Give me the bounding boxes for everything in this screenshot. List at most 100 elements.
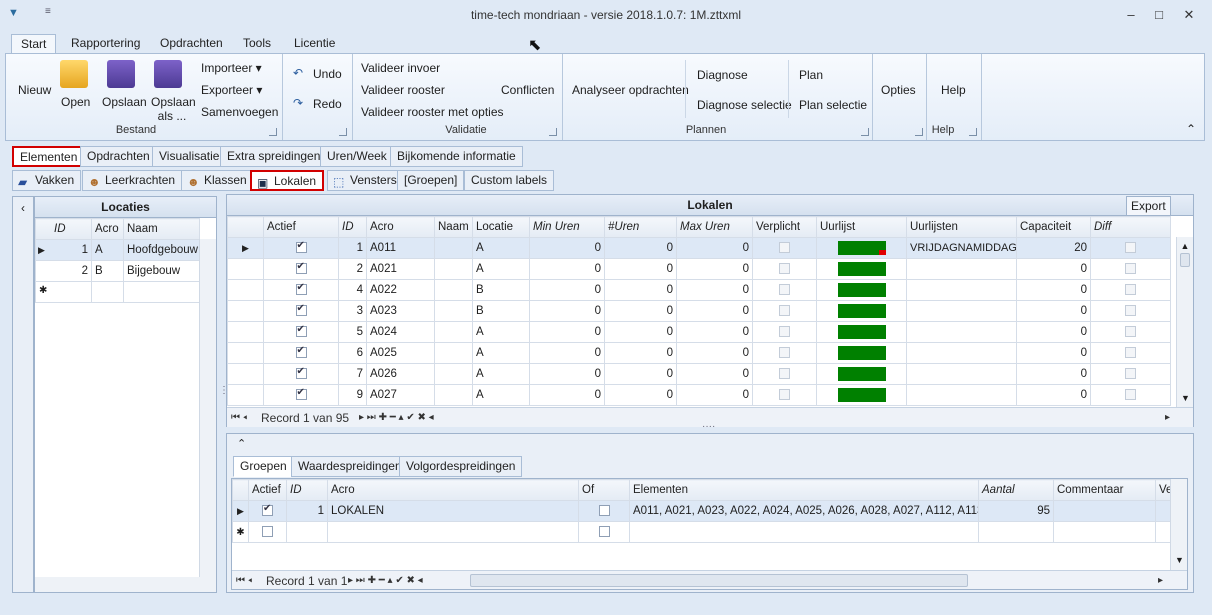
scroll-up-icon[interactable]: ▲ xyxy=(1177,241,1193,251)
verplicht-checkbox[interactable] xyxy=(779,368,790,380)
importeer-button[interactable]: Importeer ▾ xyxy=(201,61,262,75)
ribbon-tab-licentie[interactable]: Licentie xyxy=(285,34,344,54)
subtab-groepen[interactable]: [Groepen] xyxy=(397,170,465,191)
groepen-vscroll[interactable]: ▼ xyxy=(1170,479,1187,571)
conflicten-button[interactable]: Conflicten xyxy=(501,83,554,97)
tab-waardespreidingen[interactable]: Waardespreidingen xyxy=(291,456,409,477)
samenvoegen-button[interactable]: Samenvoegen xyxy=(201,105,278,119)
table-row[interactable]: 3A023B0000 xyxy=(227,300,1171,322)
tab-visualisatie[interactable]: Visualisatie xyxy=(152,146,227,167)
table-row[interactable]: 5A024A0000 xyxy=(227,321,1171,343)
diff-checkbox[interactable] xyxy=(1125,389,1136,401)
actief-checkbox[interactable] xyxy=(295,366,307,380)
uurlijst-bar[interactable] xyxy=(837,304,886,318)
hscroll-thumb[interactable] xyxy=(470,574,968,587)
valideer-invoer-button[interactable]: Valideer invoer xyxy=(361,61,440,75)
table-row[interactable]: 7A026A0000 xyxy=(227,363,1171,385)
subtab-klassen[interactable]: ☻ Klassen xyxy=(181,170,254,191)
ribbon-tab-start[interactable]: Start xyxy=(11,34,57,54)
nav-first-icon[interactable]: ⏮ ◂ xyxy=(231,408,247,428)
col-elementen[interactable]: Elementen xyxy=(629,479,979,501)
plan-selectie-button[interactable]: Plan selectie xyxy=(799,98,867,112)
col-acro[interactable]: Acro xyxy=(366,216,435,238)
plannen-launcher-icon[interactable] xyxy=(861,128,869,136)
nav-first-icon[interactable]: ⏮ ◂ xyxy=(236,571,252,589)
table-row[interactable]: 2 B Bijgebouw xyxy=(35,260,200,282)
actief-checkbox[interactable] xyxy=(295,261,307,275)
table-row[interactable]: 2A021A0000 xyxy=(227,258,1171,280)
open-button[interactable]: Open xyxy=(61,95,90,109)
col-verplicht[interactable]: Verplicht xyxy=(752,216,817,238)
ribbon-tab-opdrachten[interactable]: Opdrachten xyxy=(151,34,232,54)
close-button[interactable]: ✕ xyxy=(1176,4,1202,26)
diagnose-button[interactable]: Diagnose xyxy=(697,68,748,82)
tab-bijkomende-informatie[interactable]: Bijkomende informatie xyxy=(390,146,523,167)
uurlijst-bar[interactable] xyxy=(837,325,886,339)
undo-button[interactable]: Undo xyxy=(313,67,342,81)
col-acro[interactable]: Acro xyxy=(327,479,579,501)
diagnose-selectie-button[interactable]: Diagnose selectie xyxy=(697,98,792,112)
col-capaciteit[interactable]: Capaciteit xyxy=(1016,216,1091,238)
actief-checkbox[interactable] xyxy=(295,240,307,254)
plan-button[interactable]: Plan xyxy=(799,68,823,82)
actief-checkbox[interactable] xyxy=(262,503,273,517)
lokalen-vscroll[interactable]: ▲ ▼ xyxy=(1176,237,1193,407)
scroll-down-icon[interactable]: ▼ xyxy=(1175,555,1184,565)
new-row[interactable]: ✱ xyxy=(35,281,200,303)
tab-volgordespreidingen[interactable]: Volgordespreidingen xyxy=(399,456,523,477)
col-naam[interactable]: Naam xyxy=(434,216,473,238)
hscroll-right-icon[interactable]: ▸ xyxy=(1165,408,1170,428)
col-aantal[interactable]: Aantal xyxy=(978,479,1054,501)
col-uurlijst[interactable]: Uurlijst xyxy=(816,216,907,238)
subtab-custom-labels[interactable]: Custom labels xyxy=(464,170,555,191)
uurlijst-bar[interactable] xyxy=(837,283,886,297)
locaties-vscroll[interactable] xyxy=(199,239,216,577)
redo-button[interactable]: Redo xyxy=(313,97,342,111)
col-commentaar[interactable]: Commentaar xyxy=(1053,479,1156,501)
verplicht-checkbox[interactable] xyxy=(779,263,790,275)
nieuw-button[interactable]: Nieuw xyxy=(18,83,51,97)
validatie-launcher-icon[interactable] xyxy=(549,128,557,136)
col-actief[interactable]: Actief xyxy=(263,216,339,238)
tab-elementen[interactable]: Elementen xyxy=(12,146,86,167)
verplicht-checkbox[interactable] xyxy=(779,347,790,359)
actief-checkbox[interactable] xyxy=(295,324,307,338)
col-diff[interactable]: Diff xyxy=(1090,216,1171,238)
col-id[interactable]: ID xyxy=(338,216,367,238)
col-min-uren[interactable]: Min Uren xyxy=(529,216,605,238)
diff-checkbox[interactable] xyxy=(1125,263,1136,275)
of-checkbox[interactable] xyxy=(598,505,610,517)
table-row[interactable]: ▶ 1 A Hoofdgebouw xyxy=(35,239,200,261)
col-locatie[interactable]: Locatie xyxy=(472,216,530,238)
diff-checkbox[interactable] xyxy=(1125,326,1136,338)
col-actief[interactable]: Actief xyxy=(248,479,287,501)
verplicht-checkbox[interactable] xyxy=(779,326,790,338)
table-row[interactable]: 6A025A0000 xyxy=(227,342,1171,364)
exporteer-button[interactable]: Exporteer ▾ xyxy=(201,83,262,97)
col-acro[interactable]: Acro xyxy=(91,218,124,240)
tab-opdrachten[interactable]: Opdrachten xyxy=(80,146,157,167)
hscroll-right-icon[interactable]: ▸ xyxy=(1158,571,1163,589)
col-of[interactable]: Of xyxy=(578,479,630,501)
analyseer-opdrachten-button[interactable]: Analyseer opdrachten xyxy=(572,83,689,97)
restore-button[interactable]: □ xyxy=(1146,4,1172,26)
diff-checkbox[interactable] xyxy=(1125,347,1136,359)
tab-uren-week[interactable]: Uren/Week xyxy=(320,146,394,167)
diff-checkbox[interactable] xyxy=(1125,242,1136,254)
col-uren[interactable]: #Uren xyxy=(604,216,677,238)
opslaan-als-button[interactable]: Opslaan als ... xyxy=(151,95,196,123)
collapse-up-icon[interactable]: ⌃ xyxy=(237,437,246,450)
actief-checkbox[interactable] xyxy=(295,303,307,317)
new-row[interactable]: ✱ xyxy=(232,521,1173,543)
opties-launcher-icon[interactable] xyxy=(915,128,923,136)
table-row[interactable]: 4A022B0000 xyxy=(227,279,1171,301)
collapse-ribbon-icon[interactable]: ⌃ xyxy=(1186,122,1196,136)
actief-checkbox[interactable] xyxy=(295,387,307,401)
uurlijst-bar[interactable] xyxy=(837,388,886,402)
valideer-opties-button[interactable]: Valideer rooster met opties xyxy=(361,105,504,119)
diff-checkbox[interactable] xyxy=(1125,284,1136,296)
ribbon-tab-tools[interactable]: Tools xyxy=(234,34,280,54)
col-uurlijsten[interactable]: Uurlijsten xyxy=(906,216,1017,238)
table-row[interactable]: ▶ 1 LOKALEN A011, A021, A023, A022, A024… xyxy=(232,500,1173,522)
opslaan-button[interactable]: Opslaan xyxy=(102,95,147,109)
